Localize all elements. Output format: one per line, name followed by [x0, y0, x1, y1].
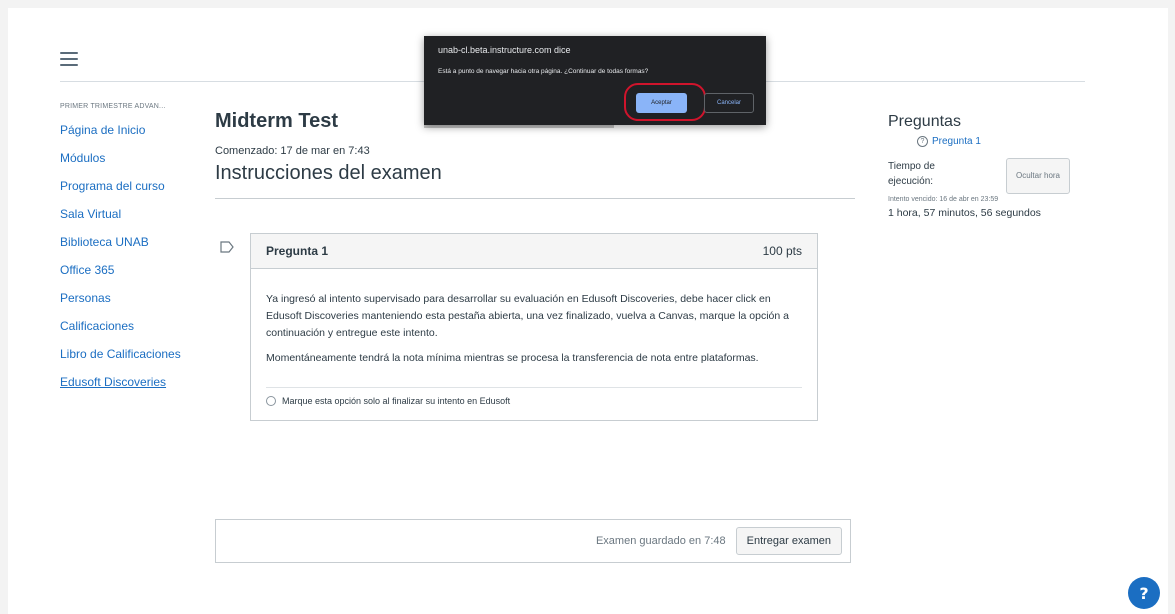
course-name: PRIMER TRIMESTRE ADVAN... — [60, 103, 166, 110]
answer-label: Marque esta opción solo al finalizar su … — [282, 396, 511, 406]
answer-option[interactable]: Marque esta opción solo al finalizar su … — [266, 388, 802, 406]
question-circle-icon: ? — [917, 136, 928, 147]
course-navigation: PRIMER TRIMESTRE ADVAN... Página de Inic… — [60, 103, 190, 403]
attempt-deadline: Intento vencido: 16 de abr en 23:59 — [888, 196, 999, 203]
browser-confirm-dialog: unab-cl.beta.instructure.com dice Está a… — [424, 36, 766, 125]
question-card: Pregunta 1 100 pts Ya ingresó al intento… — [250, 233, 818, 421]
question-header: Pregunta 1 100 pts — [251, 234, 817, 269]
nav-office365[interactable]: Office 365 — [60, 263, 190, 277]
hamburger-menu-icon[interactable] — [60, 52, 78, 66]
nav-library[interactable]: Biblioteca UNAB — [60, 235, 190, 249]
sidebar-question-link[interactable]: ? Pregunta 1 — [917, 136, 1068, 147]
nav-gradebook[interactable]: Libro de Calificaciones — [60, 347, 190, 361]
flag-outline-icon[interactable] — [220, 241, 234, 253]
help-button[interactable]: ? — [1128, 577, 1160, 609]
sidebar-question-label: Pregunta 1 — [932, 136, 981, 147]
quiz-started-time: Comenzado: 17 de mar en 7:43 — [215, 145, 370, 157]
nav-edusoft[interactable]: Edusoft Discoveries — [60, 375, 190, 389]
cancel-button[interactable]: Cancelar — [704, 93, 754, 113]
radio-button[interactable] — [266, 396, 276, 406]
instructions-heading: Instrucciones del examen — [215, 162, 855, 199]
question-text-paragraph: Momentáneamente tendrá la nota mínima mi… — [266, 352, 759, 364]
nav-modules[interactable]: Módulos — [60, 151, 190, 165]
questions-sidebar: Preguntas ? Pregunta 1 Tiempo de ejecuci… — [888, 113, 1070, 219]
time-elapsed: 1 hora, 57 minutos, 56 segundos — [888, 207, 1041, 219]
question-body: Ya ingresó al intento supervisado para d… — [251, 269, 817, 420]
nav-grades[interactable]: Calificaciones — [60, 319, 190, 333]
hide-timer-button[interactable]: Ocultar hora — [1006, 158, 1070, 194]
timer-label: Tiempo de ejecución: — [888, 161, 935, 187]
submit-bar: Examen guardado en 7:48 Entregar examen — [215, 519, 851, 563]
dialog-title: unab-cl.beta.instructure.com dice — [438, 45, 571, 55]
accept-button[interactable]: Aceptar — [636, 93, 687, 113]
question-points: 100 pts — [762, 244, 802, 258]
nav-people[interactable]: Personas — [60, 291, 190, 305]
saved-status: Examen guardado en 7:48 — [595, 535, 726, 547]
submit-quiz-button[interactable]: Entregar examen — [735, 527, 842, 555]
dialog-underlay — [424, 125, 614, 128]
nav-syllabus[interactable]: Programa del curso — [60, 179, 190, 193]
nav-virtual-room[interactable]: Sala Virtual — [60, 207, 190, 221]
help-icon: ? — [1139, 583, 1149, 603]
nav-home[interactable]: Página de Inicio — [60, 123, 190, 137]
question-text-paragraph: Ya ingresó al intento supervisado para d… — [266, 293, 789, 339]
question-name: Pregunta 1 — [266, 244, 329, 258]
timer-row: Tiempo de ejecución: Ocultar hora — [888, 158, 1070, 195]
dialog-message: Está a punto de navegar hacia otra págin… — [438, 68, 649, 75]
sidebar-heading: Preguntas — [888, 113, 961, 130]
